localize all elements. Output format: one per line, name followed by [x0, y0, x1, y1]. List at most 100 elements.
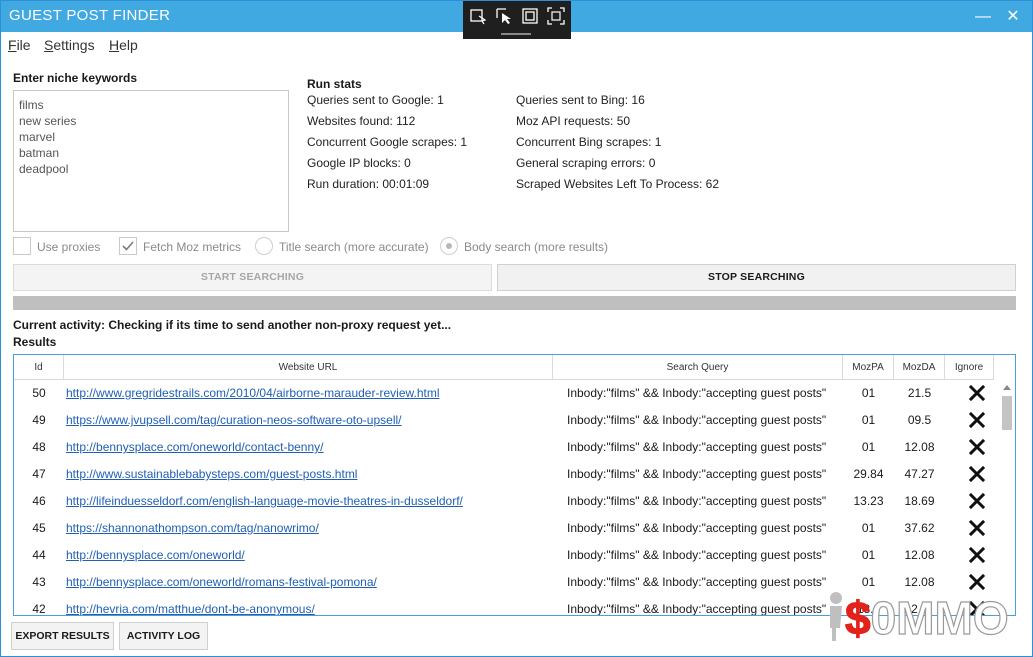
table-row[interactable]: 44 http://bennysplace.com/oneworld/Inbody…: [14, 542, 999, 569]
menu-help[interactable]: Help: [109, 37, 138, 53]
col-ignore[interactable]: Ignore: [945, 355, 994, 380]
title-search-radio[interactable]: [255, 237, 273, 255]
cell-id: 43: [32, 575, 46, 589]
table-row[interactable]: 46 http://lifeinduesseldorf.com/english-l…: [14, 488, 999, 515]
cell-id: 42: [32, 602, 46, 616]
cell-id: 44: [32, 548, 46, 562]
menu-file-label: ile: [16, 37, 31, 53]
title-search-option[interactable]: Title search (more accurate): [255, 237, 435, 257]
body-search-label: Body search (more results): [464, 240, 609, 254]
stat-concurrent-google: Concurrent Google scrapes: 1: [307, 135, 468, 149]
stat-concurrent-bing: Concurrent Bing scrapes: 1: [516, 135, 662, 149]
cell-mozda: 12.08: [904, 440, 935, 454]
cell-mozpa: 01: [861, 386, 876, 400]
results-grid: Id Website URL Search Query MozPA MozDA …: [13, 354, 1016, 616]
export-results-button[interactable]: EXPORT RESULTS: [11, 622, 114, 650]
cell-mozda: 09.5: [907, 413, 932, 427]
cell-mozda: 21.5: [907, 386, 932, 400]
ignore-x-icon[interactable]: [969, 385, 985, 401]
menu-file[interactable]: File: [8, 37, 31, 53]
cell-search-query: Inbody:"films" && Inbody:"accepting gues…: [567, 440, 827, 454]
scroll-thumb[interactable]: [1002, 396, 1012, 430]
snip-toolbar: [463, 1, 571, 39]
website-link[interactable]: http://hevria.com/matthue/dont-be-anonym…: [66, 602, 315, 615]
ignore-x-icon[interactable]: [969, 520, 985, 536]
stat-google-queries: Queries sent to Google: 1: [307, 93, 444, 107]
table-row[interactable]: 50 http://www.gregridestrails.com/2010/04…: [14, 380, 999, 407]
use-proxies-option[interactable]: Use proxies: [13, 237, 113, 257]
website-link[interactable]: http://www.gregridestrails.com/2010/04/a…: [66, 386, 440, 400]
keywords-label: Enter niche keywords: [13, 71, 138, 85]
start-searching-button[interactable]: START SEARCHING: [13, 264, 492, 291]
fetch-moz-label: Fetch Moz metrics: [143, 240, 242, 254]
table-row[interactable]: 45 https://shannonathompson.com/tag/nanow…: [14, 515, 999, 542]
window-title: GUEST POST FINDER: [9, 7, 171, 24]
cursor-snip-icon[interactable]: [495, 7, 513, 25]
ignore-x-icon[interactable]: [969, 412, 985, 428]
cell-id: 48: [32, 440, 46, 454]
stat-scraping-errors: General scraping errors: 0: [516, 156, 656, 170]
col-mozda[interactable]: MozDA: [894, 355, 945, 380]
website-link[interactable]: http://lifeinduesseldorf.com/english-lan…: [66, 494, 463, 508]
close-button[interactable]: ✕: [995, 1, 1031, 32]
cell-website-url: http://hevria.com/matthue/dont-be-anonym…: [66, 596, 551, 615]
col-search-query[interactable]: Search Query: [553, 355, 843, 380]
fetch-moz-checkbox[interactable]: [119, 237, 137, 255]
window-snip-icon[interactable]: [521, 7, 539, 25]
use-proxies-label: Use proxies: [37, 240, 101, 254]
website-link[interactable]: https://shannonathompson.com/tag/nanowri…: [66, 521, 319, 535]
website-link[interactable]: https://www.jvupsell.com/tag/curation-ne…: [66, 413, 401, 427]
table-row[interactable]: 48 http://bennysplace.com/oneworld/contac…: [14, 434, 999, 461]
stat-google-ip-blocks: Google IP blocks: 0: [307, 156, 411, 170]
cell-website-url: https://shannonathompson.com/tag/nanowri…: [66, 515, 551, 542]
menu-settings-label: ettings: [53, 37, 95, 53]
website-link[interactable]: http://bennysplace.com/oneworld/: [66, 548, 245, 562]
use-proxies-checkbox[interactable]: [13, 237, 31, 255]
cell-website-url: http://bennysplace.com/oneworld/contact-…: [66, 434, 551, 461]
ignore-x-icon[interactable]: [969, 439, 985, 455]
website-link[interactable]: http://www.sustainablebabysteps.com/gues…: [66, 467, 357, 481]
cell-search-query: Inbody:"films" && Inbody:"accepting gues…: [567, 521, 827, 535]
cell-mozpa: 01: [861, 548, 876, 562]
cell-mozpa: 29.84: [853, 467, 884, 481]
menu-help-accel: H: [109, 37, 120, 53]
cell-id: 50: [32, 386, 46, 400]
website-link[interactable]: http://bennysplace.com/oneworld/romans-f…: [66, 575, 377, 589]
fullscreen-snip-icon[interactable]: [547, 7, 565, 25]
col-id[interactable]: Id: [14, 355, 64, 380]
stat-websites-left: Scraped Websites Left To Process: 62: [516, 177, 719, 191]
toolbar-grip[interactable]: [501, 33, 531, 35]
menu-settings[interactable]: Settings: [44, 37, 95, 53]
ignore-x-icon[interactable]: [969, 493, 985, 509]
table-row[interactable]: 49 https://www.jvupsell.com/tag/curation-…: [14, 407, 999, 434]
cell-search-query: Inbody:"films" && Inbody:"accepting gues…: [567, 386, 827, 400]
col-mozpa[interactable]: MozPA: [843, 355, 894, 380]
grid-scrollbar[interactable]: [1000, 380, 1015, 615]
cell-website-url: http://bennysplace.com/oneworld/: [66, 542, 551, 569]
table-row[interactable]: 47 http://www.sustainablebabysteps.com/gu…: [14, 461, 999, 488]
stop-searching-button[interactable]: STOP SEARCHING: [497, 264, 1016, 291]
keyword-line: films: [19, 98, 44, 112]
ignore-x-icon[interactable]: [969, 547, 985, 563]
menu-file-accel: F: [8, 37, 17, 53]
activity-log-button[interactable]: ACTIVITY LOG: [119, 622, 208, 650]
scroll-up-arrow[interactable]: [1003, 385, 1011, 390]
body-search-option[interactable]: Body search (more results): [440, 237, 620, 257]
col-website-url[interactable]: Website URL: [64, 355, 553, 380]
body-search-radio[interactable]: [440, 237, 458, 255]
cell-website-url: http://www.gregridestrails.com/2010/04/a…: [66, 380, 551, 407]
website-link[interactable]: http://bennysplace.com/oneworld/contact-…: [66, 440, 323, 454]
ignore-x-icon[interactable]: [969, 466, 985, 482]
menu-help-label: elp: [119, 37, 138, 53]
cell-mozpa: 13.23: [853, 494, 884, 508]
progress-bar: [13, 296, 1016, 310]
checkmark-icon: [122, 241, 134, 251]
fetch-moz-option[interactable]: Fetch Moz metrics: [119, 237, 249, 257]
free-form-snip-icon[interactable]: [469, 7, 487, 25]
keyword-line: new series: [19, 114, 77, 128]
cell-mozpa: 01: [861, 440, 876, 454]
keywords-textarea[interactable]: films new series marvel batman deadpool: [13, 90, 289, 232]
cell-search-query: Inbody:"films" && Inbody:"accepting gues…: [567, 494, 827, 508]
title-search-label: Title search (more accurate): [279, 240, 429, 254]
run-stats-title: Run stats: [307, 77, 362, 91]
